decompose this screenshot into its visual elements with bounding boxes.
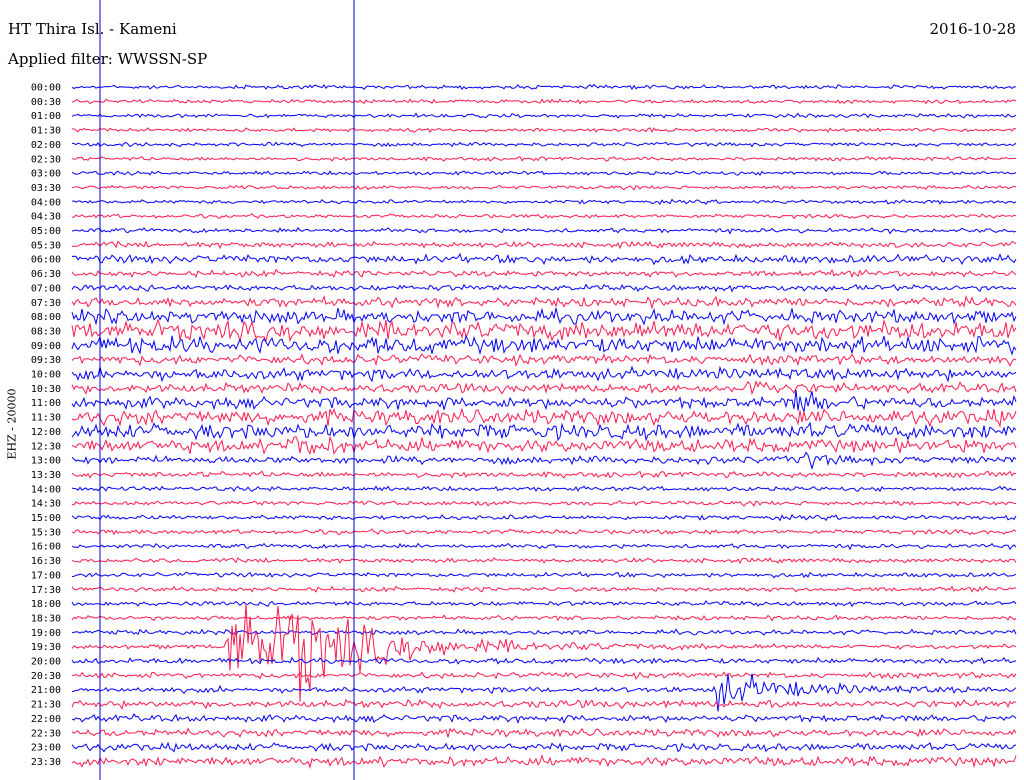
trace-row-1200	[71, 421, 1017, 442]
row-time-label: 06:00	[31, 255, 61, 266]
row-time-label: 00:00	[31, 83, 61, 94]
row-time-label: 13:30	[31, 470, 61, 481]
trace-row-1430	[71, 500, 1017, 507]
trace-row-1700	[71, 571, 1017, 579]
row-time-label: 04:30	[31, 212, 61, 223]
row-time-label: 21:30	[31, 700, 61, 711]
row-time-label: 03:30	[31, 183, 61, 194]
row-time-label: 22:00	[31, 714, 61, 725]
row-time-label: 21:00	[31, 685, 61, 696]
trace-row-0500	[71, 227, 1017, 235]
trace-row-1030	[71, 380, 1017, 396]
row-time-label: 08:30	[31, 326, 61, 337]
row-time-label: 20:00	[31, 657, 61, 668]
row-time-label: 02:00	[31, 140, 61, 151]
row-time-label: 00:30	[31, 97, 61, 108]
row-time-label: 16:30	[31, 556, 61, 567]
row-time-label: 23:00	[31, 743, 61, 754]
trace-row-0530	[71, 240, 1017, 250]
trace-row-1800	[71, 600, 1017, 608]
row-time-label: 09:00	[31, 341, 61, 352]
row-time-label: 05:00	[31, 226, 61, 237]
trace-row-0400	[71, 198, 1017, 205]
trace-row-0100	[71, 112, 1017, 119]
trace-row-0330	[71, 184, 1017, 191]
row-time-label: 12:00	[31, 427, 61, 438]
row-time-label: 10:30	[31, 384, 61, 395]
trace-row-0300	[71, 170, 1017, 176]
row-time-label: 17:30	[31, 585, 61, 596]
row-time-label: 10:00	[31, 370, 61, 381]
trace-row-0830	[71, 318, 1017, 343]
helicorder-plot: 00:00 00:30 01:00 01:30 02:00 02:30 03:00 03:30…	[31, 0, 1017, 780]
trace-row-1400	[71, 485, 1017, 493]
trace-row-1830	[71, 614, 1017, 622]
trace-row-1230	[71, 435, 1017, 456]
trace-row-2100	[71, 673, 1017, 712]
trace-row-2130	[71, 698, 1017, 710]
trace-group	[71, 83, 1017, 769]
trace-row-0900	[71, 334, 1017, 356]
trace-row-0230	[71, 155, 1017, 162]
trace-row-0200	[71, 141, 1017, 148]
row-time-label: 05:30	[31, 240, 61, 251]
row-time-label: 07:00	[31, 283, 61, 294]
row-time-label: 07:30	[31, 298, 61, 309]
row-time-label: 20:30	[31, 671, 61, 682]
row-time-label: 08:00	[31, 312, 61, 323]
trace-row-1600	[71, 542, 1017, 551]
trace-row-1000	[71, 365, 1017, 383]
row-time-label: 18:30	[31, 613, 61, 624]
row-time-label: 01:30	[31, 126, 61, 137]
trace-row-2300	[71, 741, 1017, 753]
trace-row-0630	[71, 268, 1017, 279]
row-time-label: 23:30	[31, 757, 61, 768]
row-time-label: 03:00	[31, 169, 61, 180]
trace-row-1130	[71, 407, 1017, 429]
row-time-label: 19:00	[31, 628, 61, 639]
trace-row-2330	[71, 753, 1017, 769]
trace-row-2030	[72, 671, 1017, 680]
trace-row-2200	[71, 713, 1017, 724]
trace-row-0000	[71, 83, 1017, 91]
row-time-label: 22:30	[31, 728, 61, 739]
row-time-label: 13:00	[31, 456, 61, 467]
row-time-label: 11:30	[31, 413, 61, 424]
trace-row-0430	[71, 213, 1017, 220]
row-time-label: 02:30	[31, 154, 61, 165]
row-time-label: 16:00	[31, 542, 61, 553]
trace-row-1100	[71, 389, 1017, 414]
row-time-label: 14:00	[31, 484, 61, 495]
row-label-group: 00:00 00:30 01:00 01:30 02:00 02:30 03:00 03:30…	[31, 83, 61, 768]
trace-row-0700	[71, 283, 1017, 293]
row-time-label: 09:30	[31, 355, 61, 366]
trace-row-1330	[71, 470, 1017, 479]
trace-row-1900	[71, 628, 1017, 636]
row-time-label: 04:00	[31, 197, 61, 208]
row-time-label: 18:00	[31, 599, 61, 610]
trace-row-1530	[71, 528, 1017, 536]
trace-row-0030	[71, 98, 1017, 105]
trace-row-1730	[71, 585, 1017, 593]
trace-row-0600	[71, 252, 1017, 266]
trace-row-1630	[71, 557, 1017, 565]
trace-row-2230	[71, 727, 1017, 738]
row-time-label: 17:00	[31, 570, 61, 581]
row-time-label: 19:30	[31, 642, 61, 653]
row-time-label: 15:30	[31, 527, 61, 538]
row-time-label: 14:30	[31, 499, 61, 510]
trace-row-1300	[71, 451, 1017, 471]
trace-row-0800	[71, 307, 1017, 326]
row-time-label: 11:00	[31, 398, 61, 409]
trace-row-0730	[71, 294, 1017, 310]
row-time-label: 06:30	[31, 269, 61, 280]
trace-row-0930	[71, 353, 1017, 368]
row-time-label: 01:00	[31, 111, 61, 122]
trace-row-1500	[71, 513, 1017, 522]
row-time-label: 15:00	[31, 513, 61, 524]
trace-row-2000	[71, 656, 1017, 665]
trace-row-0130	[71, 127, 1017, 133]
row-time-label: 12:30	[31, 441, 61, 452]
